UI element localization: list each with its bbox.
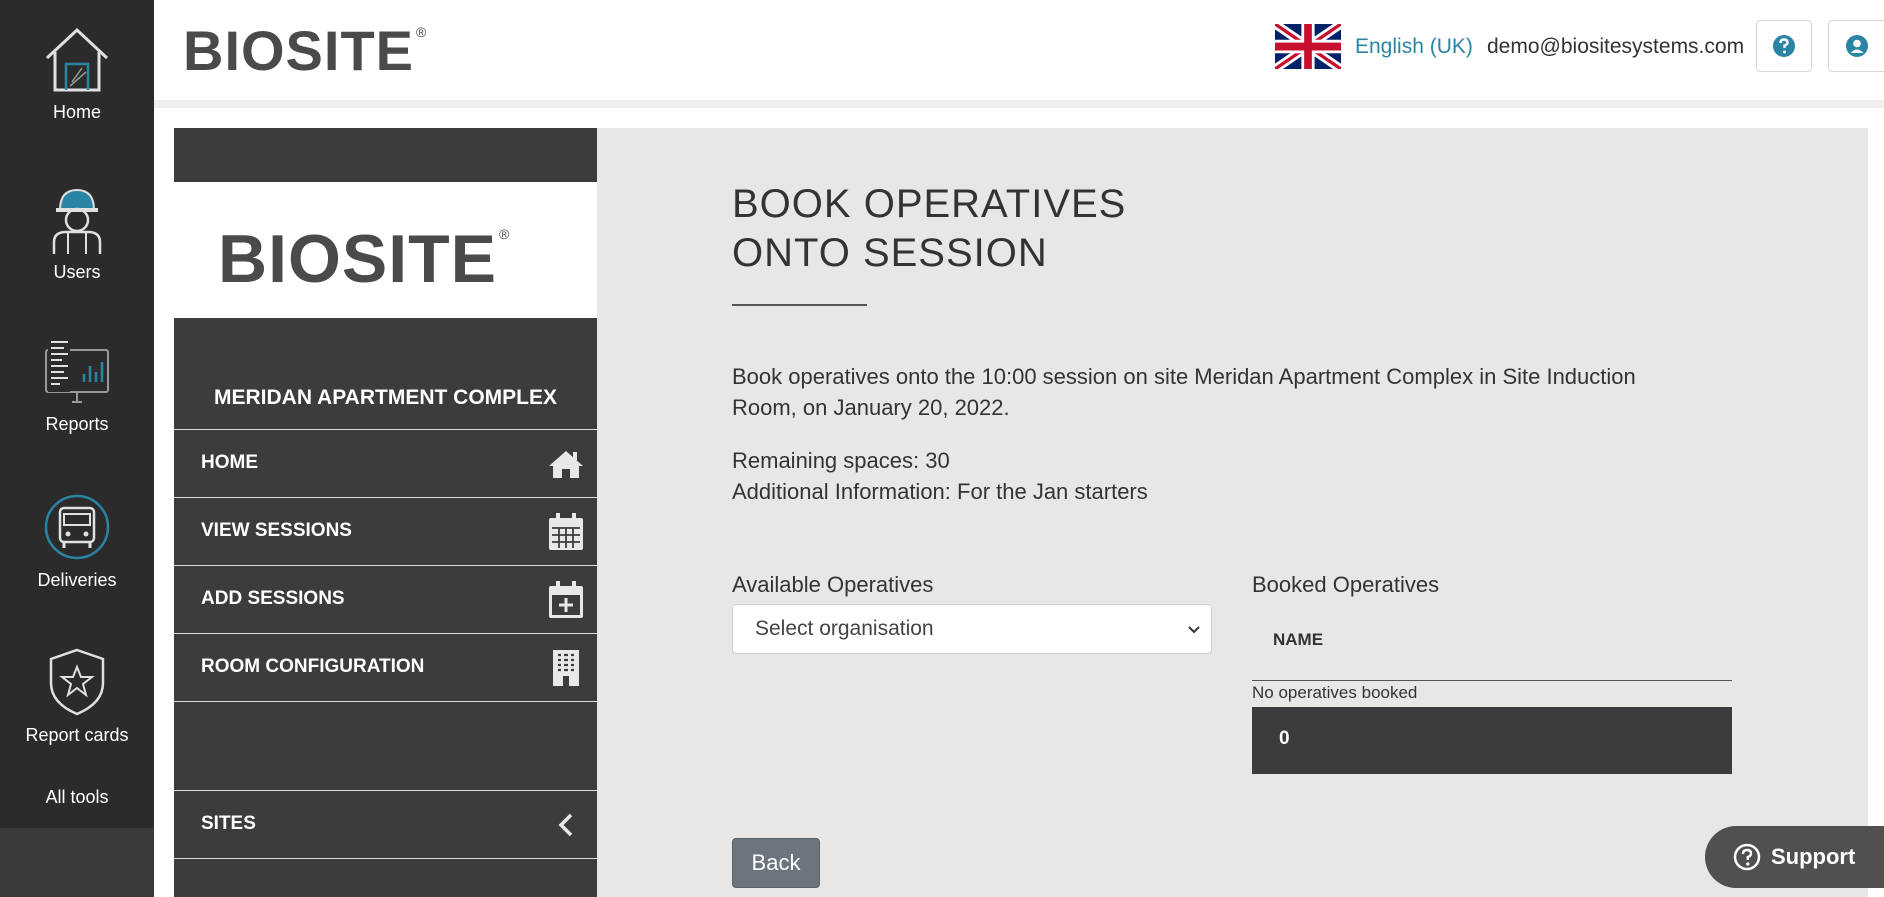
rail-label-all-tools: All tools xyxy=(45,787,109,807)
rail-label-deliveries: Deliveries xyxy=(37,570,117,590)
site-nav-item-sites[interactable]: SITES xyxy=(174,790,597,858)
page-title-line1: BOOK OPERATIVES xyxy=(732,182,1127,226)
back-button[interactable]: Back xyxy=(732,838,820,888)
site-nav-label-view-sessions: VIEW SESSIONS xyxy=(201,520,352,541)
left-rail: Home Users Reports Deliveries Report car… xyxy=(0,0,154,897)
user-circle-icon xyxy=(1845,35,1868,57)
available-operatives-label: Available Operatives xyxy=(732,572,934,597)
account-button[interactable] xyxy=(1828,20,1884,72)
rail-footer xyxy=(0,828,154,897)
page-title: BOOK OPERATIVES ONTO SESSION xyxy=(732,180,1126,278)
site-nav-divider xyxy=(174,701,597,702)
calendar-icon xyxy=(549,513,583,550)
chevron-down-icon xyxy=(1188,626,1200,634)
chevron-left-icon xyxy=(558,813,573,837)
site-nav-item-room-configuration[interactable]: ROOM CONFIGURATION xyxy=(174,633,597,701)
user-email: demo@biositesystems.com xyxy=(1487,35,1745,58)
header-logo[interactable]: BIOSITE ® xyxy=(183,18,427,83)
rail-item-home[interactable]: Home xyxy=(0,24,154,123)
remaining-spaces: Remaining spaces: 30 xyxy=(732,448,950,473)
rail-item-all-tools[interactable]: All tools xyxy=(0,787,154,808)
site-name: MERIDAN APARTMENT COMPLEX xyxy=(214,386,557,409)
site-sidebar-top xyxy=(174,128,597,182)
no-operatives-message: No operatives booked xyxy=(1252,683,1418,702)
rail-item-reports[interactable]: Reports xyxy=(0,336,154,435)
booked-count: 0 xyxy=(1279,728,1290,749)
site-nav-item-home[interactable]: HOME xyxy=(174,429,597,497)
site-nav-item-view-sessions[interactable]: VIEW SESSIONS xyxy=(174,497,597,565)
site-nav-label-room-configuration: ROOM CONFIGURATION xyxy=(201,656,425,677)
question-circle-icon xyxy=(1733,843,1761,871)
reports-icon xyxy=(45,336,109,403)
support-button[interactable]: Support xyxy=(1705,826,1884,888)
truck-icon xyxy=(44,494,110,560)
title-underline xyxy=(732,304,867,306)
rail-label-reports: Reports xyxy=(45,414,109,434)
booked-count-footer: 0 xyxy=(1252,707,1732,774)
uk-flag-icon[interactable] xyxy=(1275,24,1341,69)
site-nav-bottom-divider xyxy=(174,858,597,859)
rail-item-users[interactable]: Users xyxy=(0,182,154,283)
language-selector[interactable]: English (UK) xyxy=(1355,35,1473,59)
header-logo-mark: ® xyxy=(416,24,428,40)
building-icon xyxy=(553,650,579,686)
site-logo-box: BIOSITE ® xyxy=(174,182,597,318)
rail-label-users: Users xyxy=(53,262,101,282)
site-logo-text: BIOSITE xyxy=(218,221,498,297)
rail-item-deliveries[interactable]: Deliveries xyxy=(0,492,154,591)
site-nav-item-add-sessions[interactable]: ADD SESSIONS xyxy=(174,565,597,633)
page-title-line2: ONTO SESSION xyxy=(732,231,1048,275)
home-icon xyxy=(549,451,583,478)
session-description: Book operatives onto the 10:00 session o… xyxy=(732,364,1636,420)
house-icon xyxy=(45,27,109,92)
name-column-header[interactable]: NAME xyxy=(1273,630,1323,650)
booked-table-divider xyxy=(1252,680,1732,681)
rail-label-report-cards: Report cards xyxy=(25,725,129,745)
site-sidebar: BIOSITE ® MERIDAN APARTMENT COMPLEX HOME … xyxy=(174,128,597,897)
header-logo-text: BIOSITE xyxy=(183,19,415,82)
organisation-select[interactable]: Select organisation xyxy=(732,604,1212,654)
site-logo: BIOSITE ® xyxy=(218,220,510,298)
organisation-select-value: Select organisation xyxy=(755,617,934,640)
help-button[interactable] xyxy=(1756,20,1812,72)
site-nav-label-home: HOME xyxy=(201,452,258,473)
worker-icon xyxy=(52,188,102,254)
booked-operatives-label: Booked Operatives xyxy=(1252,572,1440,597)
rail-item-report-cards[interactable]: Report cards xyxy=(0,647,154,746)
support-label: Support xyxy=(1771,844,1856,869)
rail-label-home: Home xyxy=(52,102,101,122)
calendar-add-icon xyxy=(549,581,583,618)
top-bar-divider xyxy=(154,100,1884,108)
additional-information: Additional Information: For the Jan star… xyxy=(732,479,1148,504)
shield-star-icon xyxy=(49,648,105,716)
site-logo-mark: ® xyxy=(499,226,511,242)
site-nav-label-add-sessions: ADD SESSIONS xyxy=(201,588,345,609)
question-circle-icon xyxy=(1773,35,1795,57)
site-nav-label-sites: SITES xyxy=(201,813,256,834)
